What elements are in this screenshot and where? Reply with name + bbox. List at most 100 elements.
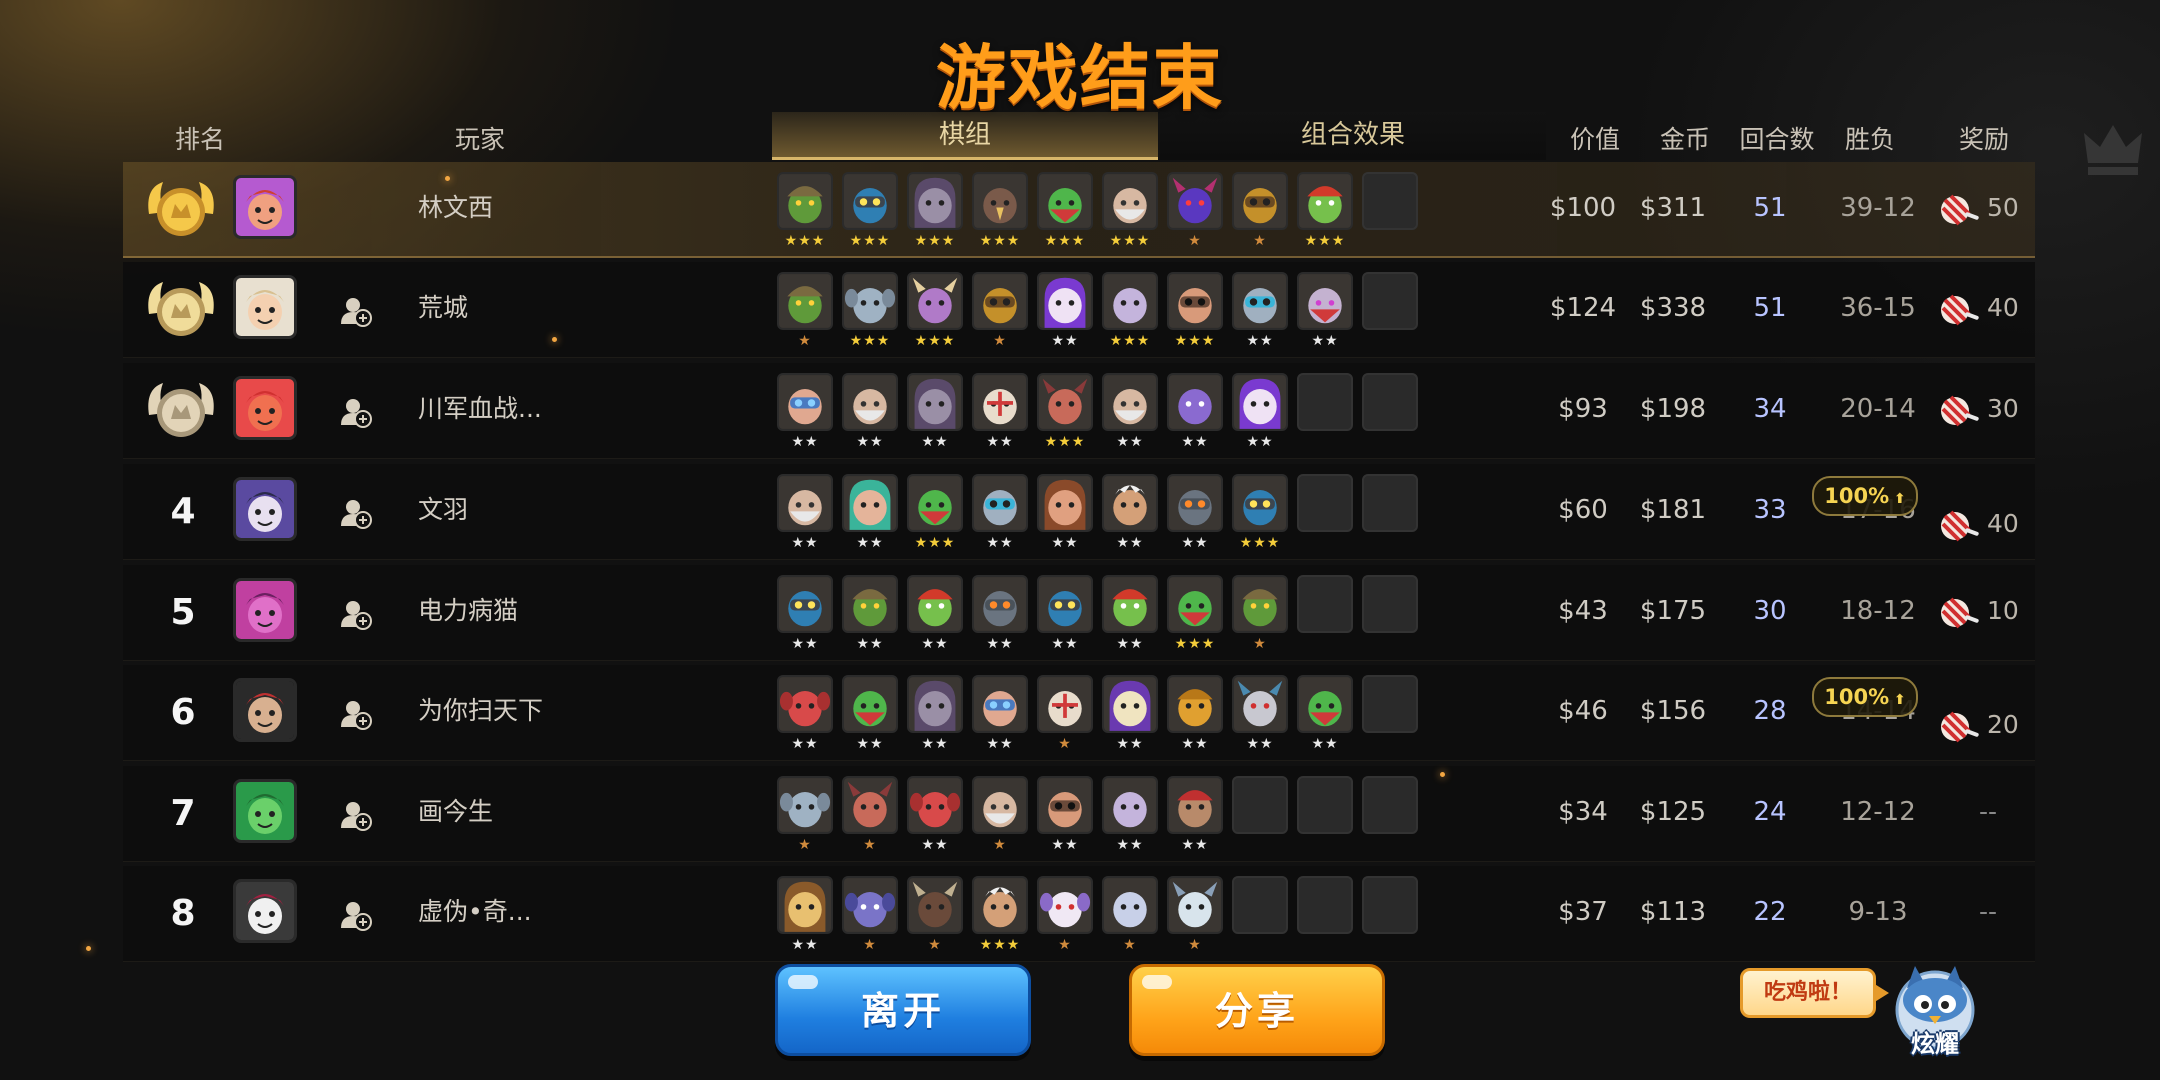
- unit-portrait-green-bandit[interactable]: [907, 474, 963, 532]
- player-avatar[interactable]: [233, 578, 297, 642]
- unit-portrait-white-fox[interactable]: [1037, 876, 1093, 934]
- unit-portrait-green-redcap[interactable]: [1102, 575, 1158, 633]
- unit-portrait-robot-goblin[interactable]: [1037, 575, 1093, 633]
- add-friend-icon[interactable]: [339, 798, 373, 832]
- unit-portrait-ghost[interactable]: [1102, 776, 1158, 834]
- candy-icon: [1939, 292, 1981, 328]
- unit-portrait-old-white[interactable]: [842, 373, 898, 431]
- unit-portrait-goblin-helm[interactable]: [777, 172, 833, 230]
- unit-portrait-stone-golem[interactable]: [972, 575, 1028, 633]
- tab-lineup[interactable]: 棋组: [772, 112, 1158, 160]
- unit-portrait-grey-beast[interactable]: [777, 776, 833, 834]
- unit-portrait-goggle-dwarf[interactable]: [777, 373, 833, 431]
- unit-portrait-masked-knight[interactable]: [1037, 675, 1093, 733]
- unit-portrait-cyan-robot[interactable]: [972, 474, 1028, 532]
- unit-portrait-old-white[interactable]: [777, 474, 833, 532]
- unit-portrait-red-beast[interactable]: [907, 776, 963, 834]
- unit-portrait-green-bandit[interactable]: [1297, 675, 1353, 733]
- unit-portrait-purple-hair[interactable]: [1232, 373, 1288, 431]
- unit-portrait-ox[interactable]: [907, 876, 963, 934]
- player-avatar[interactable]: [233, 477, 297, 541]
- unit-portrait-goblin-helm[interactable]: [842, 575, 898, 633]
- player-avatar[interactable]: [233, 879, 297, 943]
- unit-portrait-goggle-dwarf[interactable]: [972, 675, 1028, 733]
- unit-portrait-green-bandit[interactable]: [842, 675, 898, 733]
- unit-portrait-feather-chief[interactable]: [972, 876, 1028, 934]
- unit-portrait-green-redcap[interactable]: [907, 575, 963, 633]
- unit-star-rating: ★★★: [979, 233, 1021, 249]
- player-avatar[interactable]: [233, 275, 297, 339]
- unit-portrait-alien-mask[interactable]: [1297, 272, 1353, 330]
- unit-portrait-hooded-grey[interactable]: [907, 172, 963, 230]
- empty-unit-slot: [1297, 474, 1353, 532]
- unit-portrait-snow-beast[interactable]: [1167, 876, 1223, 934]
- unit-portrait-green-bandit[interactable]: [1037, 172, 1093, 230]
- unit-portrait-bear-shades[interactable]: [1037, 776, 1093, 834]
- player-win-loss: 39-12: [1840, 193, 1916, 223]
- unit-portrait-goblin-helm[interactable]: [777, 272, 833, 330]
- unit-portrait-ghost[interactable]: [1102, 272, 1158, 330]
- unit-portrait-grey-beast[interactable]: [842, 272, 898, 330]
- unit-star-rating: ★★★: [979, 937, 1021, 953]
- unit-star-rating: ★★: [1181, 434, 1209, 450]
- add-friend-icon[interactable]: [339, 496, 373, 530]
- unit-portrait-horned-beast[interactable]: [907, 272, 963, 330]
- player-avatar[interactable]: [233, 175, 297, 239]
- unit-portrait-goblin-helm[interactable]: [1232, 575, 1288, 633]
- unit-portrait-pirate[interactable]: [1167, 776, 1223, 834]
- unit-portrait-old-white[interactable]: [1102, 373, 1158, 431]
- unit-portrait-hooded-grey[interactable]: [907, 373, 963, 431]
- unit-portrait-cyan-robot[interactable]: [1232, 272, 1288, 330]
- unit-portrait-teal-elf[interactable]: [842, 474, 898, 532]
- add-friend-icon[interactable]: [339, 294, 373, 328]
- unit-portrait-robot-goblin[interactable]: [777, 575, 833, 633]
- leave-button[interactable]: 离开: [775, 964, 1031, 1056]
- unit-portrait-bear-shades[interactable]: [1167, 272, 1223, 330]
- add-friend-icon[interactable]: [339, 395, 373, 429]
- add-friend-icon[interactable]: [339, 697, 373, 731]
- unit-portrait-green-redcap[interactable]: [1297, 172, 1353, 230]
- unit-portrait-robot-goblin[interactable]: [842, 172, 898, 230]
- unit-portrait-hooded-grey[interactable]: [907, 675, 963, 733]
- player-gold: $338: [1639, 293, 1707, 323]
- unit-portrait-masked-knight[interactable]: [972, 373, 1028, 431]
- tab-synergy[interactable]: 组合效果: [1160, 112, 1546, 160]
- unit-portrait-robot-goblin[interactable]: [1232, 474, 1288, 532]
- player-avatar[interactable]: [233, 678, 297, 742]
- add-friend-icon[interactable]: [339, 597, 373, 631]
- unit-portrait-feather-chief[interactable]: [1102, 474, 1158, 532]
- reward-count: 20: [1987, 710, 2019, 739]
- unit-portrait-old-white[interactable]: [972, 776, 1028, 834]
- unit-portrait-old-white[interactable]: [1102, 172, 1158, 230]
- unit-portrait-golden-helm[interactable]: [1167, 675, 1223, 733]
- player-value: $34: [1558, 797, 1608, 827]
- unit-star-rating: ★★: [1246, 333, 1274, 349]
- unit-portrait-grey-demon[interactable]: [1232, 675, 1288, 733]
- add-friend-icon[interactable]: [339, 898, 373, 932]
- unit-portrait-eagle[interactable]: [972, 172, 1028, 230]
- unit-portrait-stone-golem[interactable]: [1167, 474, 1223, 532]
- unit-portrait-purple-ghoul[interactable]: [1167, 373, 1223, 431]
- lineup-units: ★ ★ ★★ ★ ★★ ★★ ★★: [777, 776, 1427, 856]
- unit-portrait-red-beast[interactable]: [777, 675, 833, 733]
- unit-portrait-horned-mask[interactable]: [1037, 373, 1093, 431]
- player-gold: $113: [1639, 897, 1707, 927]
- unit-portrait-owl-goggles[interactable]: [972, 272, 1028, 330]
- unit-portrait-green-bandit[interactable]: [1167, 575, 1223, 633]
- unit-portrait-purple-hair[interactable]: [1037, 272, 1093, 330]
- unit-portrait-owl-goggles[interactable]: [1232, 172, 1288, 230]
- player-row: 6为你扫天下★★★★★★★★★★★★★★★★★$46$1562814-1420: [123, 665, 2035, 761]
- leave-button-label: 离开: [860, 989, 945, 1033]
- player-avatar[interactable]: [233, 779, 297, 843]
- unit-portrait-horned-mask[interactable]: [842, 776, 898, 834]
- unit-portrait-yeti[interactable]: [1102, 876, 1158, 934]
- share-button-label: 分享: [1214, 989, 1299, 1033]
- unit-portrait-hooded-mage[interactable]: [1102, 675, 1158, 733]
- unit-portrait-purple-horn[interactable]: [1167, 172, 1223, 230]
- unit-portrait-lion[interactable]: [777, 876, 833, 934]
- rank-number: 4: [170, 491, 196, 532]
- unit-portrait-tribal-girl[interactable]: [1037, 474, 1093, 532]
- player-avatar[interactable]: [233, 376, 297, 440]
- share-button[interactable]: 分享: [1129, 964, 1385, 1056]
- unit-portrait-bat[interactable]: [842, 876, 898, 934]
